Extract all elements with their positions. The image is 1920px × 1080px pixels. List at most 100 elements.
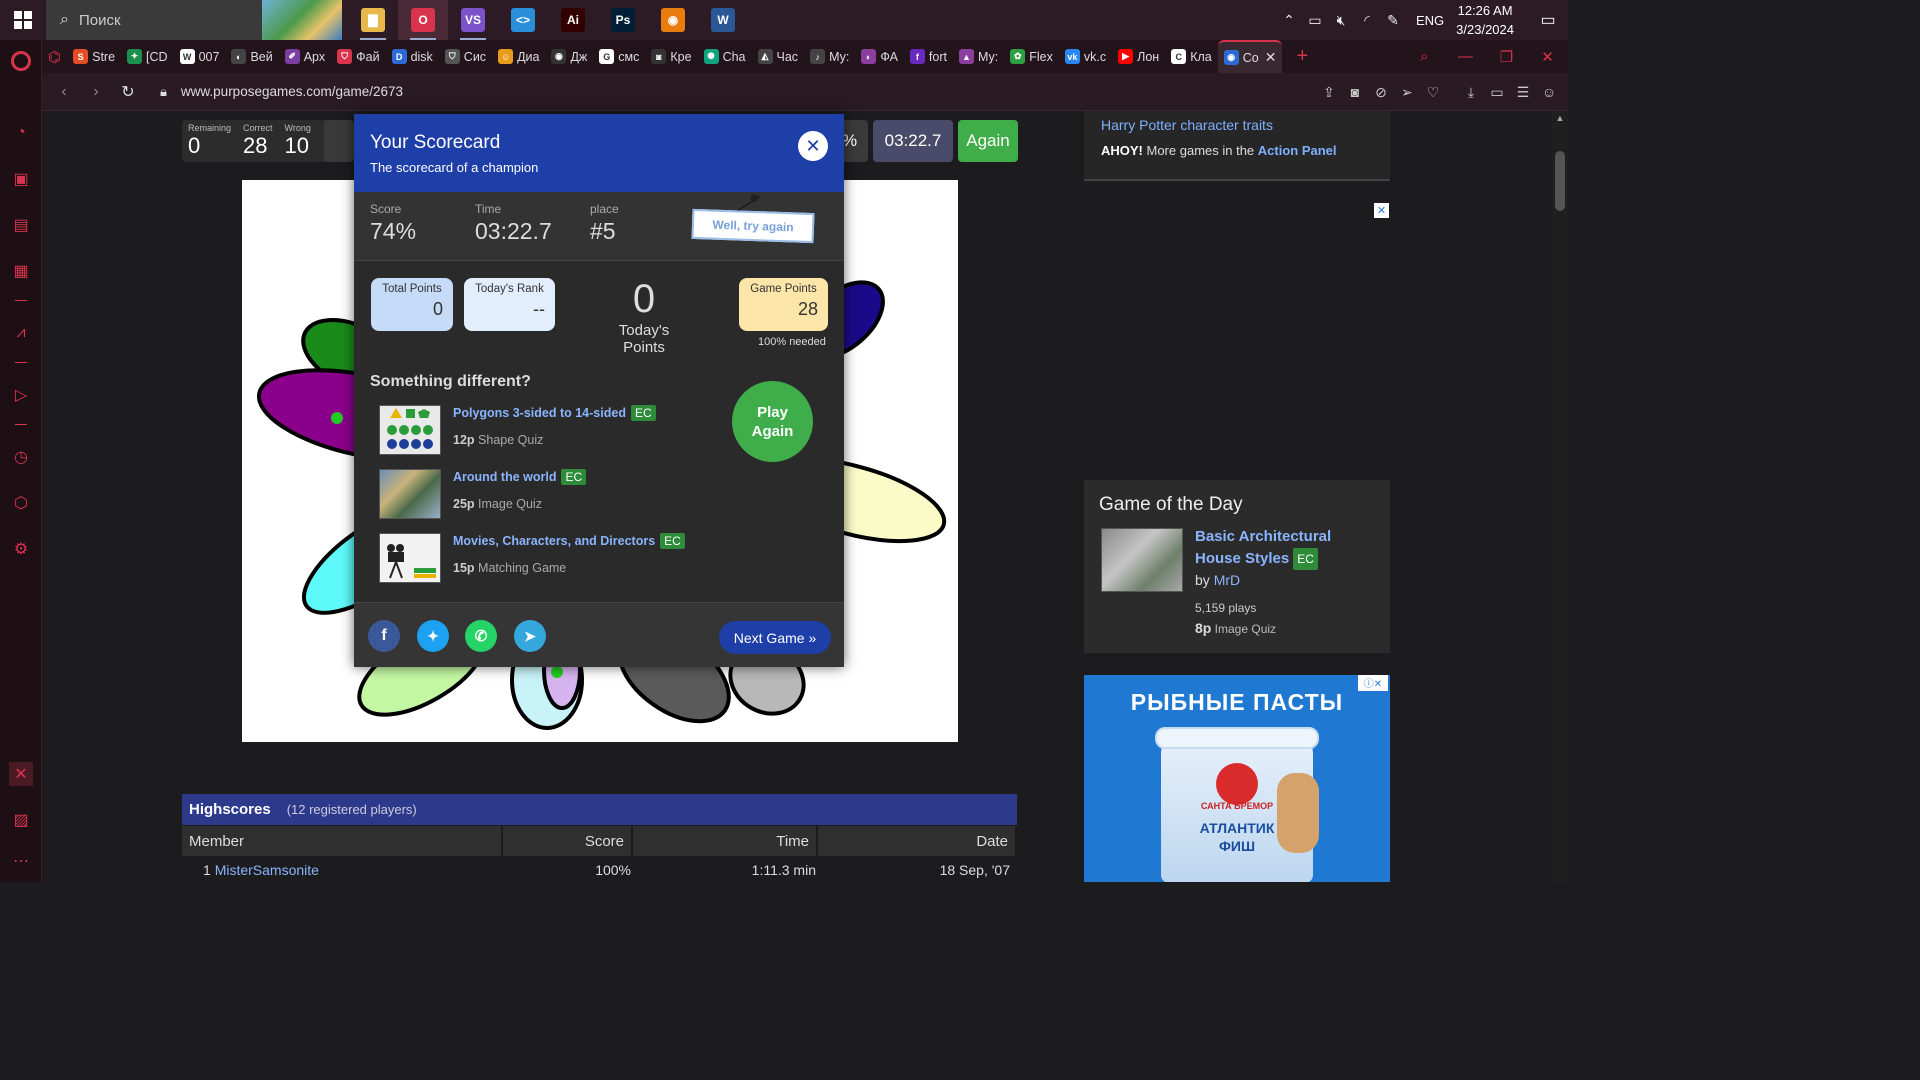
suggestion-thumbnail[interactable] bbox=[379, 469, 441, 519]
close-window-icon[interactable]: ✕ bbox=[1527, 48, 1568, 66]
gx-cleaner-icon[interactable]: ⩘ bbox=[0, 318, 42, 348]
col-time[interactable]: Time bbox=[633, 826, 816, 856]
wallpaper-icon[interactable]: ▨ bbox=[0, 805, 42, 835]
battery-saver-icon[interactable]: ▭ bbox=[1484, 84, 1510, 101]
taskbar-app-visual-studio[interactable]: VS bbox=[448, 0, 498, 40]
close-tab-icon[interactable]: ✕ bbox=[1265, 49, 1277, 66]
taskbar-app-opera[interactable]: O bbox=[398, 0, 448, 40]
more-icon[interactable]: ⋯ bbox=[0, 846, 42, 876]
send-icon[interactable]: ➢ bbox=[1394, 84, 1420, 101]
member-link[interactable]: MisterSamsonite bbox=[215, 862, 319, 878]
tab-search-icon[interactable]: ⌕ bbox=[1404, 48, 1445, 65]
browser-tab[interactable]: ♪ Му: bbox=[804, 40, 855, 73]
scroll-up-icon[interactable]: ▲ bbox=[1552, 113, 1568, 123]
browser-tab[interactable]: ▲ Му: bbox=[953, 40, 1004, 73]
browser-tab[interactable]: ☺ Диа bbox=[492, 40, 545, 73]
col-score[interactable]: Score bbox=[503, 826, 631, 856]
gx-icon[interactable]: ⌬ bbox=[42, 40, 67, 73]
browser-tab[interactable]: C Кла bbox=[1165, 40, 1218, 73]
gx-corner-icon[interactable]: ✕ bbox=[9, 762, 33, 786]
easy-setup-icon[interactable]: ☰ bbox=[1510, 84, 1536, 101]
battery-icon[interactable]: ▭ bbox=[1303, 12, 1327, 29]
start-button[interactable] bbox=[0, 0, 46, 40]
suggestion-thumbnail[interactable] bbox=[379, 405, 441, 455]
browser-tab[interactable]: ⛉ Сис bbox=[439, 40, 492, 73]
browser-tab[interactable]: ◉ Co ✕ bbox=[1217, 40, 1283, 73]
speed-dial-icon[interactable]: ◔ bbox=[0, 118, 42, 148]
settings-icon[interactable]: ⚙ bbox=[0, 534, 42, 564]
new-tab-button[interactable]: + bbox=[1296, 45, 1308, 68]
taskbar-app-photoshop[interactable]: Ps bbox=[598, 0, 648, 40]
suggestion-link[interactable]: Movies, Characters, and Directors bbox=[453, 534, 655, 548]
share-icon[interactable]: ⇪ bbox=[1316, 84, 1342, 101]
hardware-monitor-icon[interactable]: ▦ bbox=[0, 256, 42, 286]
download-icon[interactable]: ⤓ bbox=[1458, 84, 1484, 101]
extensions-icon[interactable]: ⬡ bbox=[0, 488, 42, 518]
history-icon[interactable]: ◷ bbox=[0, 442, 42, 472]
browser-tab[interactable]: S Stre bbox=[67, 40, 121, 73]
action-panel-link[interactable]: Action Panel bbox=[1258, 143, 1337, 158]
forward-icon[interactable]: › bbox=[80, 83, 112, 101]
workspaces-icon[interactable]: ▣ bbox=[0, 164, 42, 194]
clock[interactable]: 12:26 AM 3/23/2024 bbox=[1456, 1, 1514, 39]
browser-tab[interactable]: f fort bbox=[904, 40, 953, 73]
chevron-up-icon[interactable]: ⌃ bbox=[1277, 12, 1301, 29]
advertisement[interactable]: ⓘ✕ РЫБНЫЕ ПАСТЫ САНТА БРЕМОР АТЛАНТИК ФИШ bbox=[1084, 675, 1390, 882]
suggestion-link[interactable]: Around the world bbox=[453, 470, 556, 484]
taskbar-search[interactable]: ⌕ Поиск bbox=[46, 0, 342, 40]
back-icon[interactable]: ‹ bbox=[48, 83, 80, 101]
twitter-icon[interactable]: ✦ bbox=[417, 620, 449, 652]
browser-tab[interactable]: ▶ Лон bbox=[1112, 40, 1165, 73]
reload-icon[interactable]: ↻ bbox=[112, 82, 144, 102]
taskbar-app-blender[interactable]: ◉ bbox=[648, 0, 698, 40]
related-game-link[interactable]: Harry Potter character traits bbox=[1101, 117, 1373, 133]
suggestion-link[interactable]: Polygons 3-sided to 14-sided bbox=[453, 406, 626, 420]
gotd-game-title[interactable]: Basic Architectural House Styles EC bbox=[1195, 526, 1381, 570]
browser-tab[interactable]: ✿ Flex bbox=[1004, 40, 1059, 73]
gotd-thumbnail[interactable] bbox=[1101, 528, 1183, 592]
col-member[interactable]: Member bbox=[182, 826, 501, 856]
speaker-muted-icon[interactable]: 🔇︎ bbox=[1329, 12, 1353, 29]
ad-close-icon[interactable]: ✕ bbox=[1374, 203, 1389, 218]
language-indicator[interactable]: ENG bbox=[1416, 13, 1444, 28]
suggestion-thumbnail[interactable] bbox=[379, 533, 441, 583]
browser-tab[interactable]: Ddisk bbox=[386, 40, 439, 73]
page-scrollbar[interactable]: ▲ bbox=[1552, 111, 1568, 882]
browser-tab[interactable]: Gсмс bbox=[593, 40, 645, 73]
whatsapp-icon[interactable]: ✆ bbox=[465, 620, 497, 652]
browser-tab[interactable]: W 007 bbox=[174, 40, 226, 73]
camera-icon[interactable]: ◙ bbox=[1342, 84, 1368, 100]
restore-icon[interactable]: ❐ bbox=[1486, 48, 1527, 66]
taskbar-app-word[interactable]: W bbox=[698, 0, 748, 40]
again-button[interactable]: Again bbox=[958, 120, 1018, 162]
adblock-icon[interactable]: ⊘ bbox=[1368, 84, 1394, 101]
browser-tab[interactable]: ◐ Вей bbox=[225, 40, 278, 73]
notifications-icon[interactable]: ▭ bbox=[1528, 10, 1568, 30]
browser-tab[interactable]: ✦ [CD bbox=[121, 40, 174, 73]
wifi-icon[interactable]: ◜ bbox=[1355, 12, 1379, 29]
play-again-button[interactable]: Play Again bbox=[732, 381, 813, 462]
browser-tab[interactable]: ⛉ Фай bbox=[331, 40, 385, 73]
pen-icon[interactable]: ✎ bbox=[1381, 12, 1405, 29]
telegram-icon[interactable]: ➤ bbox=[514, 620, 546, 652]
lock-icon[interactable]: 🔒︎ bbox=[160, 84, 167, 100]
close-icon[interactable]: ✕ bbox=[798, 131, 828, 161]
taskbar-app-illustrator[interactable]: Ai bbox=[548, 0, 598, 40]
col-date[interactable]: Date bbox=[818, 826, 1015, 856]
opera-menu-button[interactable] bbox=[0, 46, 42, 76]
taskbar-app-file-explorer[interactable]: ▇ bbox=[348, 0, 398, 40]
minimize-icon[interactable]: — bbox=[1445, 48, 1486, 65]
url-field[interactable]: www.purposegames.com/game/2673 bbox=[181, 84, 403, 99]
profile-icon[interactable]: ☺ bbox=[1536, 84, 1562, 100]
gotd-author-link[interactable]: MrD bbox=[1214, 572, 1240, 588]
browser-tab[interactable]: ◉ Дж bbox=[545, 40, 593, 73]
browser-tab[interactable]: vk vk.c bbox=[1059, 40, 1112, 73]
browser-tab[interactable]: ✺ Cha bbox=[698, 40, 752, 73]
player-icon[interactable]: ▷ bbox=[0, 380, 42, 410]
browser-tab[interactable]: ◭ Час bbox=[752, 40, 805, 73]
taskbar-app-vscode[interactable]: <> bbox=[498, 0, 548, 40]
heart-icon[interactable]: ♡ bbox=[1420, 84, 1446, 101]
browser-tab[interactable]: ◙ Кре bbox=[645, 40, 697, 73]
browser-tab[interactable]: ◐ ФА bbox=[855, 40, 904, 73]
scroll-thumb[interactable] bbox=[1555, 151, 1565, 211]
